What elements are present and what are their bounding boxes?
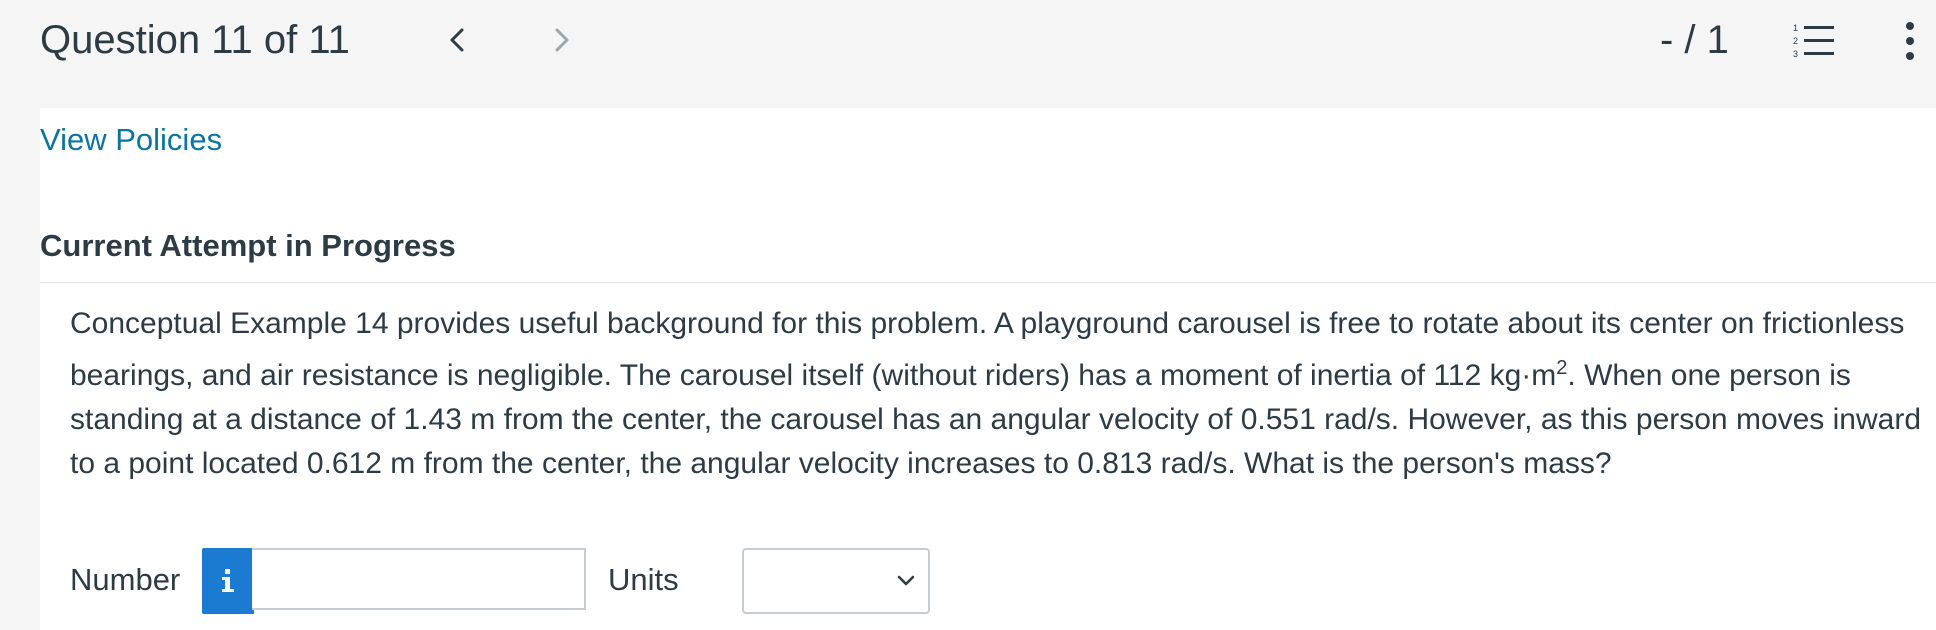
more-options-button[interactable] bbox=[1898, 18, 1922, 64]
kebab-menu-icon bbox=[1906, 22, 1914, 60]
chevron-down-icon bbox=[897, 575, 915, 586]
chevron-left-icon bbox=[450, 28, 464, 52]
info-button[interactable] bbox=[202, 548, 254, 614]
view-policies-link[interactable]: View Policies bbox=[40, 116, 222, 164]
chevron-right-icon bbox=[555, 28, 569, 52]
numbered-list-icon: 1 2 3 bbox=[1793, 23, 1834, 59]
next-question-button[interactable] bbox=[537, 18, 587, 62]
svg-text:2: 2 bbox=[1793, 36, 1798, 46]
number-label: Number bbox=[70, 562, 181, 597]
question-content: View Policies Current Attempt in Progres… bbox=[40, 108, 1936, 630]
divider bbox=[40, 282, 1936, 283]
superscript: 2 bbox=[1556, 357, 1568, 379]
svg-text:1: 1 bbox=[1793, 23, 1798, 33]
attempt-heading: Current Attempt in Progress bbox=[40, 228, 456, 263]
score-display: - / 1 bbox=[1660, 18, 1729, 62]
question-header: Question 11 of 11 - / 1 1 2 3 bbox=[0, 0, 1936, 108]
previous-question-button[interactable] bbox=[432, 18, 482, 62]
info-icon bbox=[222, 569, 234, 592]
question-counter: Question 11 of 11 bbox=[40, 18, 350, 62]
question-list-button[interactable]: 1 2 3 bbox=[1790, 22, 1836, 62]
units-label: Units bbox=[608, 562, 679, 597]
answer-row: Number Units bbox=[70, 548, 1070, 614]
units-select[interactable] bbox=[742, 548, 930, 614]
svg-text:3: 3 bbox=[1793, 49, 1798, 59]
number-input[interactable] bbox=[252, 548, 586, 610]
question-text: Conceptual Example 14 provides useful ba… bbox=[70, 302, 1930, 486]
